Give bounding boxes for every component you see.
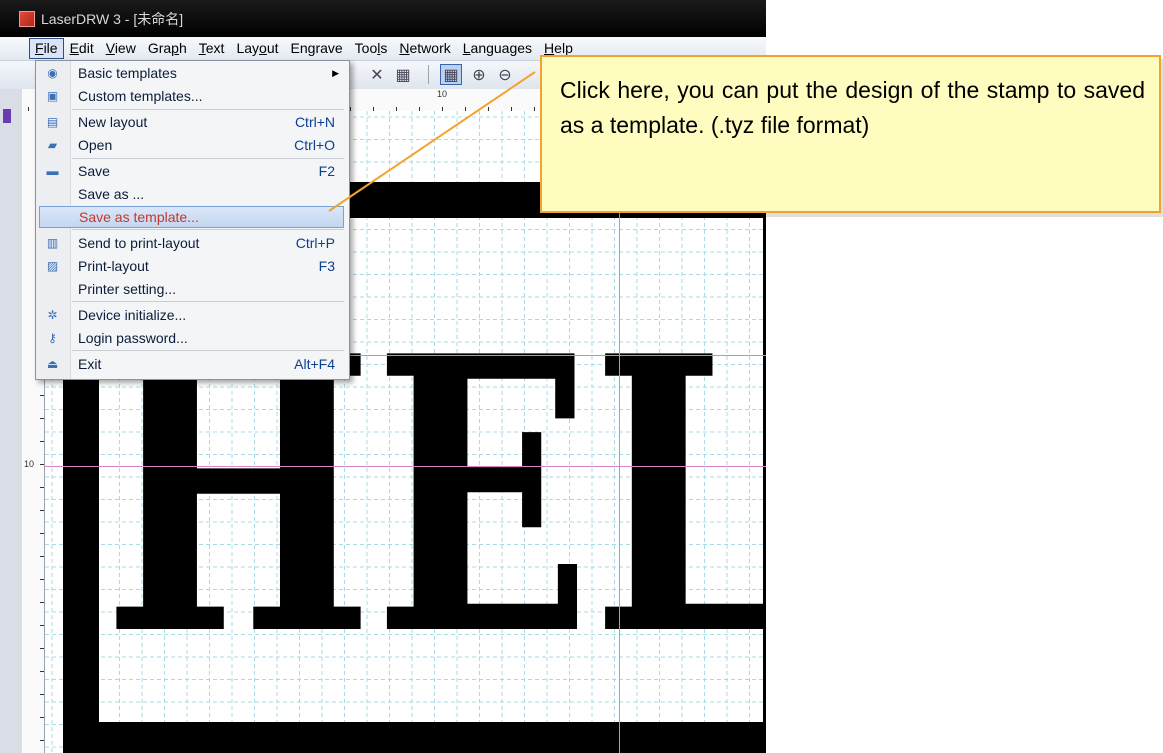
gear-icon: ✲ bbox=[47, 308, 58, 322]
file-menu-item-save[interactable]: ▬ Save F2 bbox=[36, 160, 349, 182]
menu-item-view[interactable]: View bbox=[100, 38, 142, 59]
menu-item-edit[interactable]: Edit bbox=[64, 38, 100, 59]
file-menu-item-send-to-print-layout[interactable]: ▥ Send to print-layout Ctrl+P bbox=[36, 232, 349, 254]
menu-item-text[interactable]: Text bbox=[193, 38, 231, 59]
file-menu-label: Custom templates... bbox=[78, 88, 203, 104]
send-print-icon: ▥ bbox=[46, 236, 59, 250]
file-menu-item-open[interactable]: ▰ Open Ctrl+O bbox=[36, 134, 349, 156]
file-menu-label: Printer setting... bbox=[78, 281, 177, 297]
save-disk-icon: ▬ bbox=[46, 164, 59, 178]
menu-separator bbox=[72, 158, 344, 159]
file-menu-item-save-as-template[interactable]: Save as template... bbox=[39, 206, 344, 228]
file-menu-label: Basic templates bbox=[78, 65, 177, 81]
key-icon: ⚷ bbox=[48, 331, 57, 345]
file-menu-dropdown: ◉ Basic templates ▶ ▣ Custom templates... ▤ Ne… bbox=[35, 60, 350, 380]
ruler-left-label: 10 bbox=[24, 459, 35, 469]
menu-item-layout[interactable]: Layout bbox=[230, 38, 284, 59]
file-menu-shortcut: Ctrl+O bbox=[294, 137, 335, 153]
menu-item-file[interactable]: File bbox=[29, 38, 64, 59]
file-menu-shortcut: F2 bbox=[318, 163, 335, 179]
file-menu-label: Save as ... bbox=[78, 186, 145, 202]
file-menu-item-print-layout[interactable]: ▨ Print-layout F3 bbox=[36, 255, 349, 277]
template-icon: ◉ bbox=[47, 66, 58, 80]
file-menu-item-basic-templates[interactable]: ◉ Basic templates ▶ bbox=[36, 62, 349, 84]
menu-item-engrave[interactable]: Engrave bbox=[285, 38, 349, 59]
callout-text: Click here, you can put the design of th… bbox=[560, 77, 1145, 138]
file-menu-label: Save as template... bbox=[79, 209, 199, 225]
file-menu-shortcut: Alt+F4 bbox=[294, 356, 335, 372]
tool-marker bbox=[3, 109, 11, 123]
left-toolstrip bbox=[0, 89, 23, 753]
title-bar: LaserDRW 3 - [未命名] bbox=[0, 0, 766, 37]
menu-separator bbox=[72, 301, 344, 302]
file-menu-label: Save bbox=[78, 163, 110, 179]
file-menu-label: Device initialize... bbox=[78, 307, 187, 323]
menu-item-tools[interactable]: Tools bbox=[349, 38, 394, 59]
app-logo-icon bbox=[19, 10, 35, 27]
menu-separator bbox=[72, 229, 344, 230]
show-grid-icon[interactable]: ▦ bbox=[440, 64, 462, 85]
window-title: LaserDRW 3 - [未命名] bbox=[41, 10, 184, 27]
menu-separator bbox=[72, 350, 344, 351]
menu-item-graph[interactable]: Graph bbox=[142, 38, 193, 59]
submenu-arrow-icon: ▶ bbox=[332, 67, 339, 78]
eject-icon: ⏏ bbox=[46, 357, 59, 371]
file-menu-item-device-initialize[interactable]: ✲ Device initialize... bbox=[36, 304, 349, 326]
zoom-out-icon[interactable]: ⊖ bbox=[494, 64, 516, 85]
file-menu-label: Open bbox=[78, 137, 113, 153]
file-menu-item-exit[interactable]: ⏏ Exit Alt+F4 bbox=[36, 353, 349, 375]
open-folder-icon: ▰ bbox=[47, 138, 58, 152]
file-menu-item-login-password[interactable]: ⚷ Login password... bbox=[36, 327, 349, 349]
file-menu-label: Send to print-layout bbox=[78, 235, 200, 251]
file-menu-item-custom-templates[interactable]: ▣ Custom templates... bbox=[36, 85, 349, 107]
file-menu-shortcut: Ctrl+P bbox=[295, 235, 335, 251]
ruler-top-label: 10 bbox=[437, 89, 448, 99]
new-layout-icon: ▤ bbox=[46, 115, 59, 129]
file-menu-item-save-as[interactable]: Save as ... bbox=[36, 183, 349, 205]
file-menu-shortcut: F3 bbox=[318, 258, 335, 274]
menu-item-network[interactable]: Network bbox=[393, 38, 456, 59]
file-menu-label: Exit bbox=[78, 356, 102, 372]
file-menu-item-new-layout[interactable]: ▤ New layout Ctrl+N bbox=[36, 111, 349, 133]
file-menu-label: New layout bbox=[78, 114, 148, 130]
grid-select-icon[interactable]: ▦ bbox=[392, 64, 414, 85]
custom-template-icon: ▣ bbox=[46, 89, 59, 103]
zoom-in-icon[interactable]: ⊕ bbox=[468, 64, 490, 85]
file-menu-label: Print-layout bbox=[78, 258, 149, 274]
file-menu-item-printer-setting[interactable]: Printer setting... bbox=[36, 278, 349, 300]
instruction-callout: Click here, you can put the design of th… bbox=[540, 55, 1161, 213]
file-menu-label: Login password... bbox=[78, 330, 188, 346]
printer-icon: ▨ bbox=[46, 259, 59, 273]
file-menu-shortcut: Ctrl+N bbox=[294, 114, 335, 130]
menu-item-languages[interactable]: Languages bbox=[457, 38, 538, 59]
menu-separator bbox=[72, 109, 344, 110]
delete-icon[interactable]: ✕ bbox=[366, 64, 388, 85]
